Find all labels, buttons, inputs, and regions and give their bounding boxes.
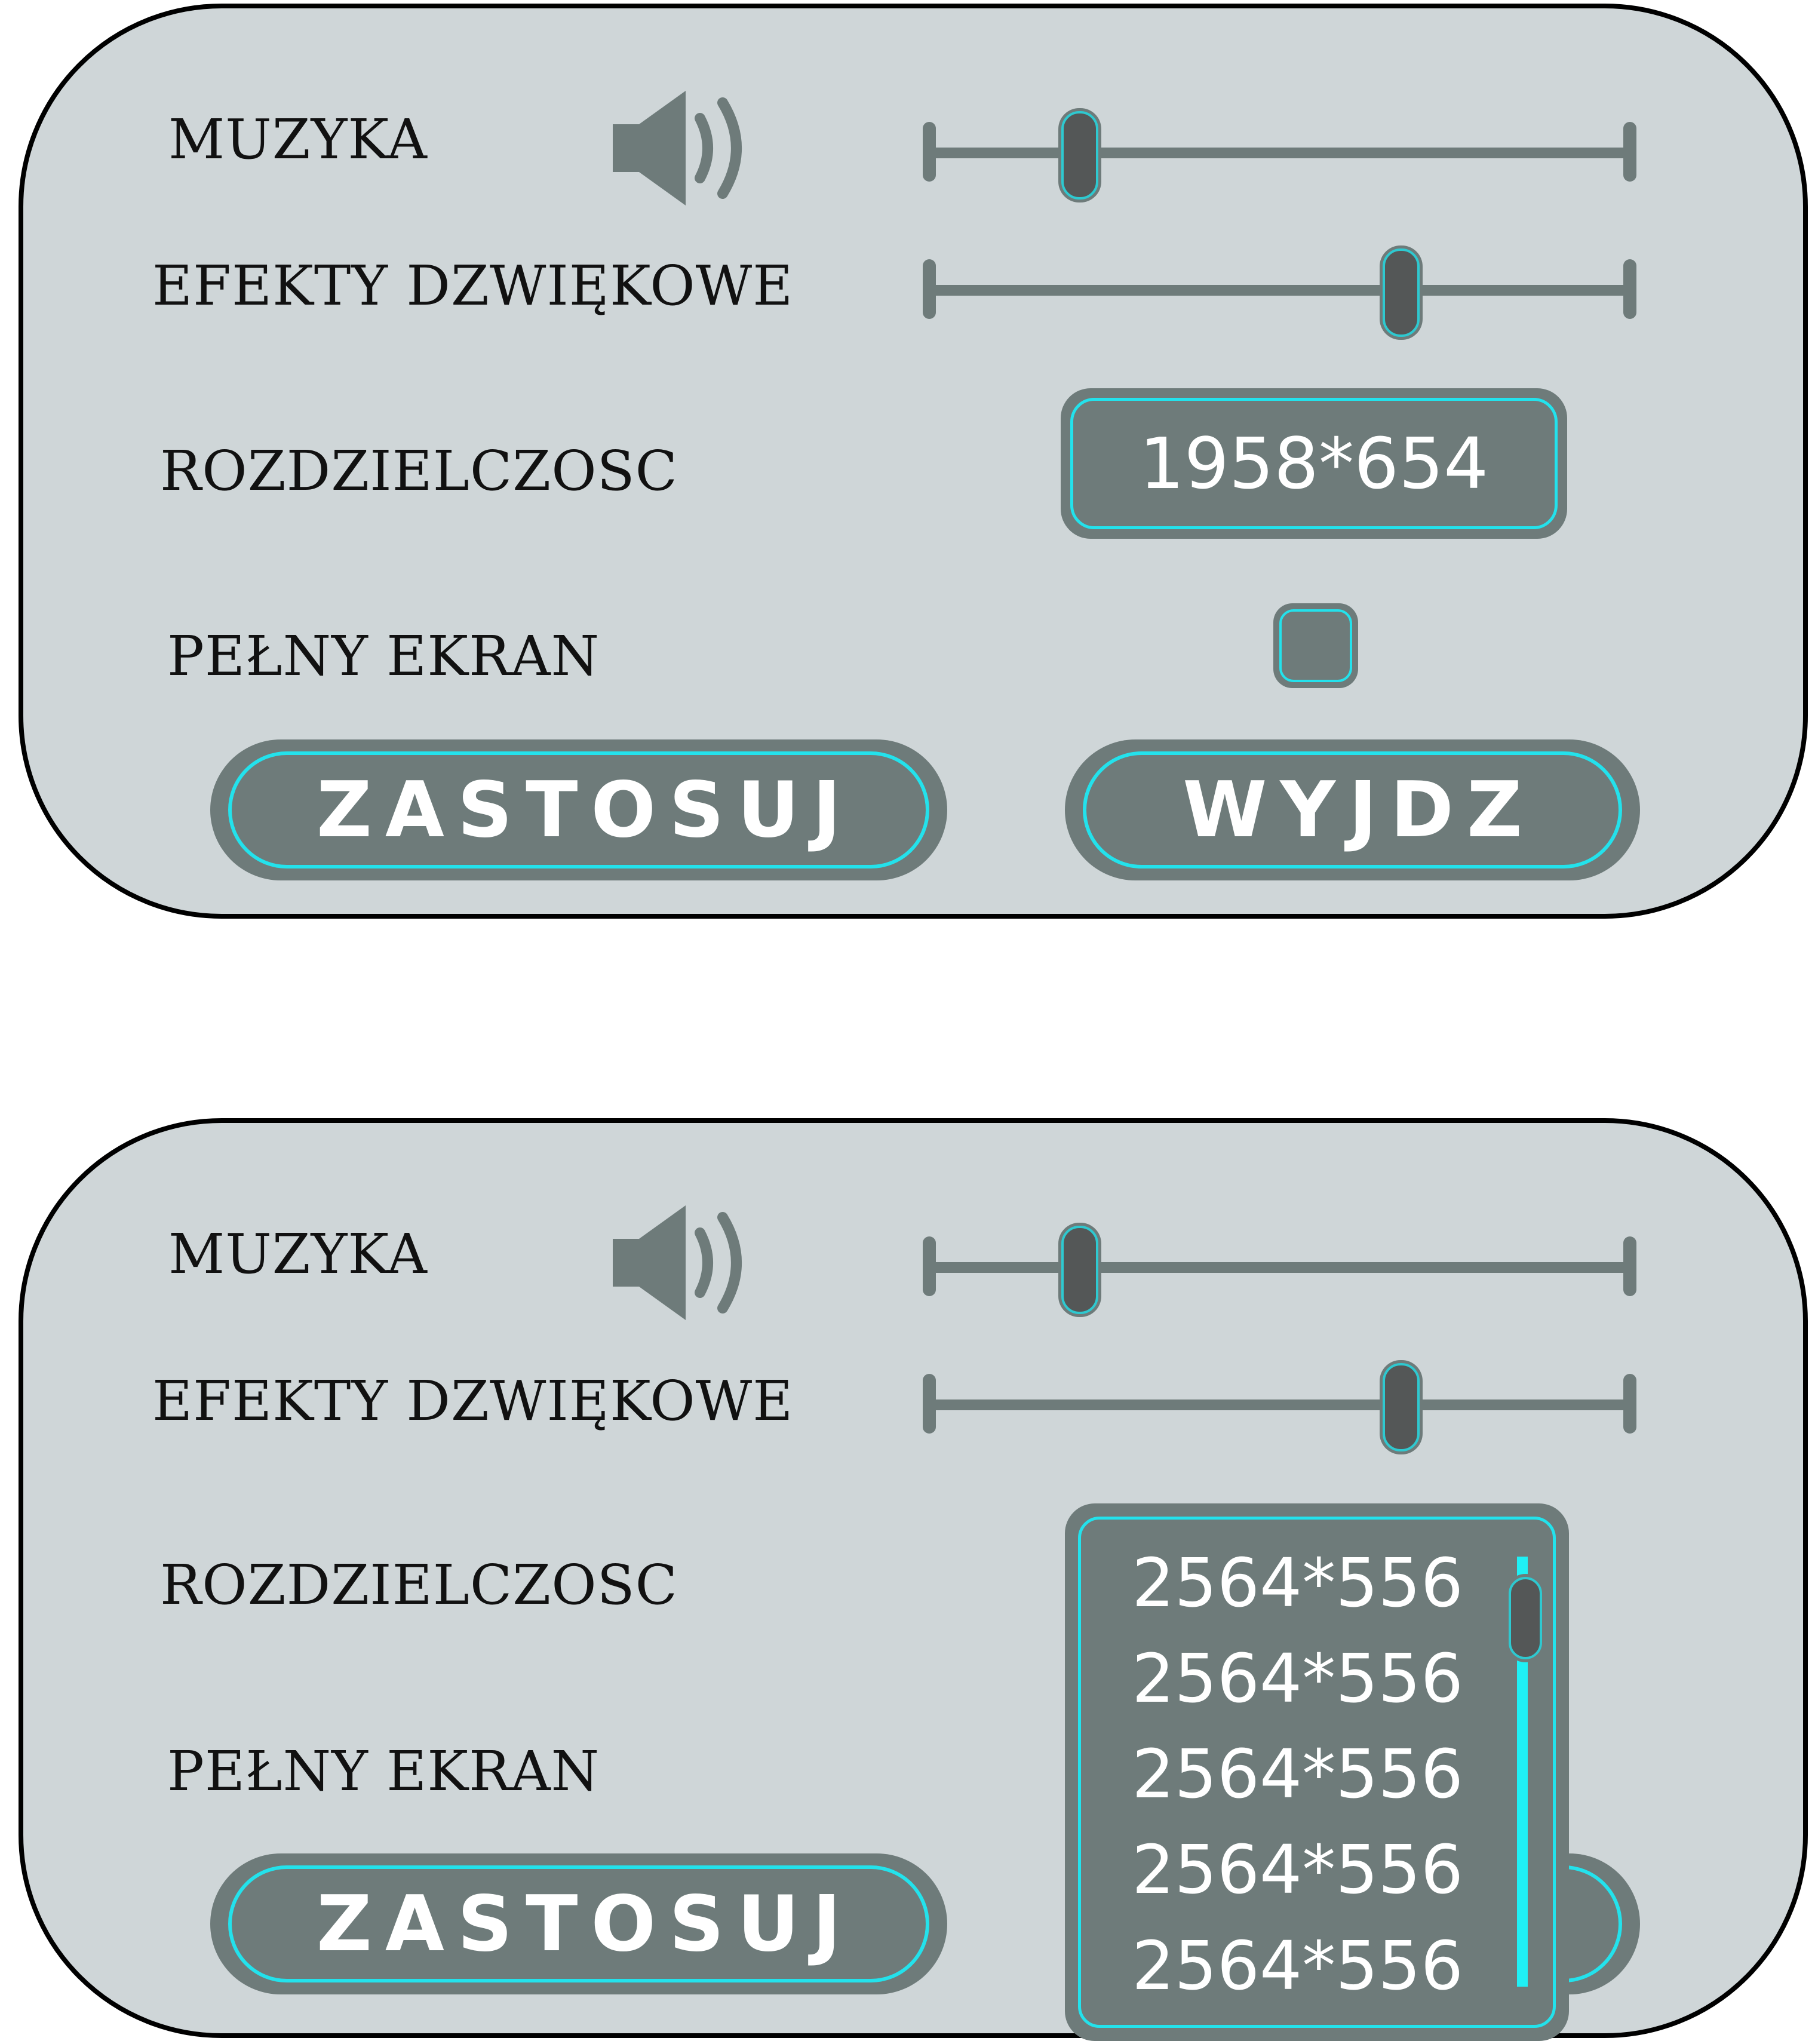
slider-cap-right: [1623, 1374, 1636, 1434]
music-label: MUZYKA: [168, 108, 428, 171]
slider-cap-left: [923, 259, 936, 319]
fullscreen-label: PEŁNY EKRAN: [167, 624, 600, 688]
resolution-option[interactable]: 2564*556: [1081, 1548, 1463, 1619]
sound-effects-label: EFEKTY DZWIĘKOWE: [152, 1369, 794, 1433]
apply-button-label: ZASTOSUJ: [228, 1865, 929, 1982]
slider-cap-right: [1623, 1236, 1636, 1296]
apply-button[interactable]: ZASTOSUJ: [210, 1853, 947, 1994]
sound-effects-label: EFEKTY DZWIĘKOWE: [152, 254, 794, 318]
slider-track: [923, 1262, 1636, 1273]
music-label: MUZYKA: [168, 1222, 428, 1286]
slider-cap-left: [923, 1374, 936, 1434]
apply-button[interactable]: ZASTOSUJ: [210, 739, 947, 880]
music-volume-slider[interactable]: [923, 1226, 1636, 1314]
slider-track: [923, 285, 1636, 296]
apply-button-label: ZASTOSUJ: [228, 751, 929, 868]
dropdown-frame: 2564*556 2564*556 2564*556 2564*556 2564…: [1078, 1517, 1556, 2028]
exit-button[interactable]: WYJDZ: [1065, 739, 1640, 880]
speaker-volume-icon[interactable]: [609, 88, 753, 208]
resolution-select[interactable]: 1958*654: [1061, 388, 1567, 539]
slider-track: [923, 148, 1636, 158]
slider-thumb[interactable]: [1382, 1363, 1420, 1451]
resolution-dropdown-list[interactable]: 2564*556 2564*556 2564*556 2564*556 2564…: [1065, 1503, 1569, 2041]
slider-cap-right: [1623, 259, 1636, 319]
effects-volume-slider[interactable]: [923, 1363, 1636, 1451]
fullscreen-checkbox[interactable]: [1273, 603, 1358, 688]
slider-thumb[interactable]: [1382, 248, 1420, 337]
resolution-option[interactable]: 2564*556: [1081, 1931, 1463, 2002]
checkbox-box: [1279, 609, 1352, 682]
slider-cap-left: [923, 122, 936, 182]
resolution-option[interactable]: 2564*556: [1081, 1739, 1463, 1810]
resolution-label: ROZDZIELCZOSC: [160, 439, 678, 503]
slider-cap-right: [1623, 122, 1636, 182]
speaker-volume-icon[interactable]: [609, 1203, 753, 1322]
slider-track: [923, 1400, 1636, 1410]
exit-button-label: WYJDZ: [1083, 751, 1622, 868]
slider-thumb[interactable]: [1061, 111, 1098, 200]
resolution-option[interactable]: 2564*556: [1081, 1643, 1463, 1715]
slider-cap-left: [923, 1236, 936, 1296]
effects-volume-slider[interactable]: [923, 248, 1636, 337]
dropdown-scroll-thumb[interactable]: [1509, 1577, 1542, 1659]
resolution-option[interactable]: 2564*556: [1081, 1834, 1463, 1906]
music-volume-slider[interactable]: [923, 111, 1636, 200]
slider-thumb[interactable]: [1061, 1226, 1098, 1314]
fullscreen-label: PEŁNY EKRAN: [167, 1739, 600, 1803]
resolution-label: ROZDZIELCZOSC: [160, 1553, 678, 1617]
resolution-value: 1958*654: [1070, 398, 1558, 529]
